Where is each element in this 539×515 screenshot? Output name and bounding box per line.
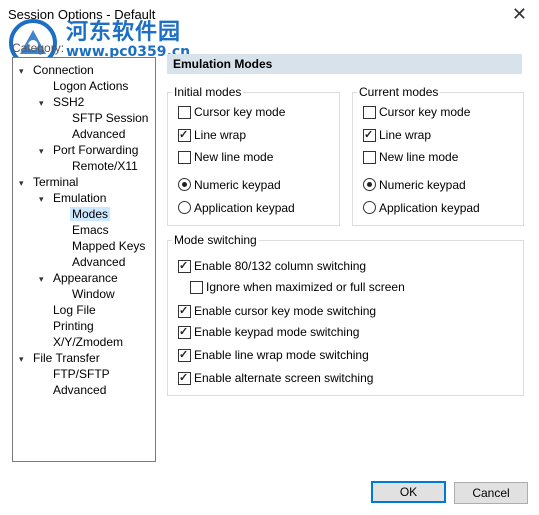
radio-button[interactable] [363,201,376,214]
radio-button[interactable] [178,178,191,191]
tree-item-label: Advanced [72,255,126,269]
tree-item-label: Advanced [53,383,107,397]
tree-item-label: SFTP Session [72,111,149,125]
tree-item[interactable]: Remote/X11 [58,158,140,174]
checkbox-label: Cursor key mode [379,105,471,119]
tree-item[interactable]: X/Y/Zmodem [39,334,125,350]
checkbox-box[interactable] [190,281,203,294]
tree-item[interactable]: ▾ Terminal [19,174,80,190]
radio-button[interactable] [178,201,191,214]
tree-item[interactable]: Window [58,286,117,302]
checkbox-box[interactable] [178,370,191,386]
checkbox-label: Line wrap [379,128,432,142]
tree-item[interactable]: Printing [39,318,96,334]
radio-label: Application keypad [379,201,480,215]
close-icon[interactable]: ✕ [512,4,527,24]
tree-item-label: Connection [33,63,94,77]
tree-item-label: Emulation [53,191,107,205]
tree-item-label: Log File [53,303,96,317]
tree-item[interactable]: FTP/SFTP [39,366,112,382]
tree-item[interactable]: Advanced [58,126,127,142]
checkbox-label: New line mode [194,150,274,164]
tree-item-label: Modes [70,207,111,221]
tree-item[interactable]: Log File [39,302,98,318]
checkbox-label: Enable keypad mode switching [194,325,360,339]
radio-label: Numeric keypad [379,178,466,192]
cancel-button[interactable]: Cancel [454,482,528,504]
chevron-down-icon[interactable]: ▾ [39,271,51,287]
tree-item-label: Remote/X11 [72,159,138,173]
checkbox-label: New line mode [379,150,459,164]
checkbox-label: Line wrap [194,128,247,142]
tree-item-label: SSH2 [53,95,85,109]
category-label: Category: [12,41,65,55]
tree-item[interactable]: ▾ Connection [19,62,96,78]
checkbox-label: Enable alternate screen switching [194,371,374,385]
checkbox-box[interactable] [178,151,191,164]
initial-modes-title: Initial modes [172,85,244,99]
category-tree[interactable]: ▾ Connection Logon Actions ▾ SSH2 SFTP Sessio… [12,57,156,462]
tree-item-label: Printing [53,319,94,333]
tree-item-label: Terminal [33,175,79,189]
tree-item[interactable]: Modes [58,206,111,222]
checkbox-box[interactable] [363,151,376,164]
checkbox-label: Enable 80/132 column switching [194,259,367,273]
chevron-down-icon[interactable]: ▾ [19,63,31,79]
checkbox-box[interactable] [178,106,191,119]
panel-header: Emulation Modes [167,54,522,74]
chevron-down-icon[interactable]: ▾ [39,143,51,159]
tree-item-label: Port Forwarding [53,143,139,157]
current-modes-title: Current modes [357,85,441,99]
tree-item-label: Appearance [53,271,118,285]
tree-item[interactable]: Emacs [58,222,111,238]
tree-item[interactable]: SFTP Session [58,110,150,126]
checkbox-label: Ignore when maximized or full screen [206,280,405,294]
chevron-down-icon[interactable]: ▾ [19,175,31,191]
tree-item-label: Emacs [72,223,109,237]
tree-item[interactable]: ▾ SSH2 [39,94,86,110]
mode-switching-title: Mode switching [172,233,259,247]
ok-button[interactable]: OK [371,481,446,503]
tree-item[interactable]: Mapped Keys [58,238,147,254]
tree-item-label: Window [72,287,115,301]
chevron-down-icon[interactable]: ▾ [39,95,51,111]
checkbox-box[interactable] [363,106,376,119]
tree-item-label: Advanced [72,127,126,141]
tree-item[interactable]: Logon Actions [39,78,130,94]
checkbox-box[interactable] [178,347,191,363]
tree-item-label: File Transfer [33,351,100,365]
checkbox-box[interactable] [178,258,191,274]
watermark-title: 河东软件园 [66,20,182,45]
checkbox-box[interactable] [178,127,191,143]
current-modes-group: Current modes Cursor key mode Line wrap … [352,85,524,226]
tree-item-label: Mapped Keys [72,239,146,253]
tree-item-label: FTP/SFTP [53,367,110,381]
tree-item[interactable]: ▾ Emulation [39,190,108,206]
radio-label: Numeric keypad [194,178,281,192]
tree-item-label: Logon Actions [53,79,129,93]
tree-item-label: X/Y/Zmodem [53,335,124,349]
checkbox-box[interactable] [178,324,191,340]
chevron-down-icon[interactable]: ▾ [39,191,51,207]
checkbox-label: Enable line wrap mode switching [194,348,369,362]
checkbox-label: Enable cursor key mode switching [194,304,377,318]
checkbox-box[interactable] [178,303,191,319]
chevron-down-icon[interactable]: ▾ [19,351,31,367]
checkbox-label: Cursor key mode [194,105,286,119]
tree-item[interactable]: Advanced [58,254,127,270]
tree-item[interactable]: ▾ Appearance [39,270,120,286]
tree-item[interactable]: Advanced [39,382,108,398]
initial-modes-group: Initial modes Cursor key mode Line wrap … [167,85,340,226]
tree-item[interactable]: ▾ Port Forwarding [39,142,140,158]
radio-button[interactable] [363,178,376,191]
tree-item[interactable]: ▾ File Transfer [19,350,102,366]
checkbox-box[interactable] [363,127,376,143]
panel-title: Emulation Modes [173,57,273,71]
radio-label: Application keypad [194,201,295,215]
mode-switching-group: Mode switching Enable 80/132 column swit… [167,233,524,396]
